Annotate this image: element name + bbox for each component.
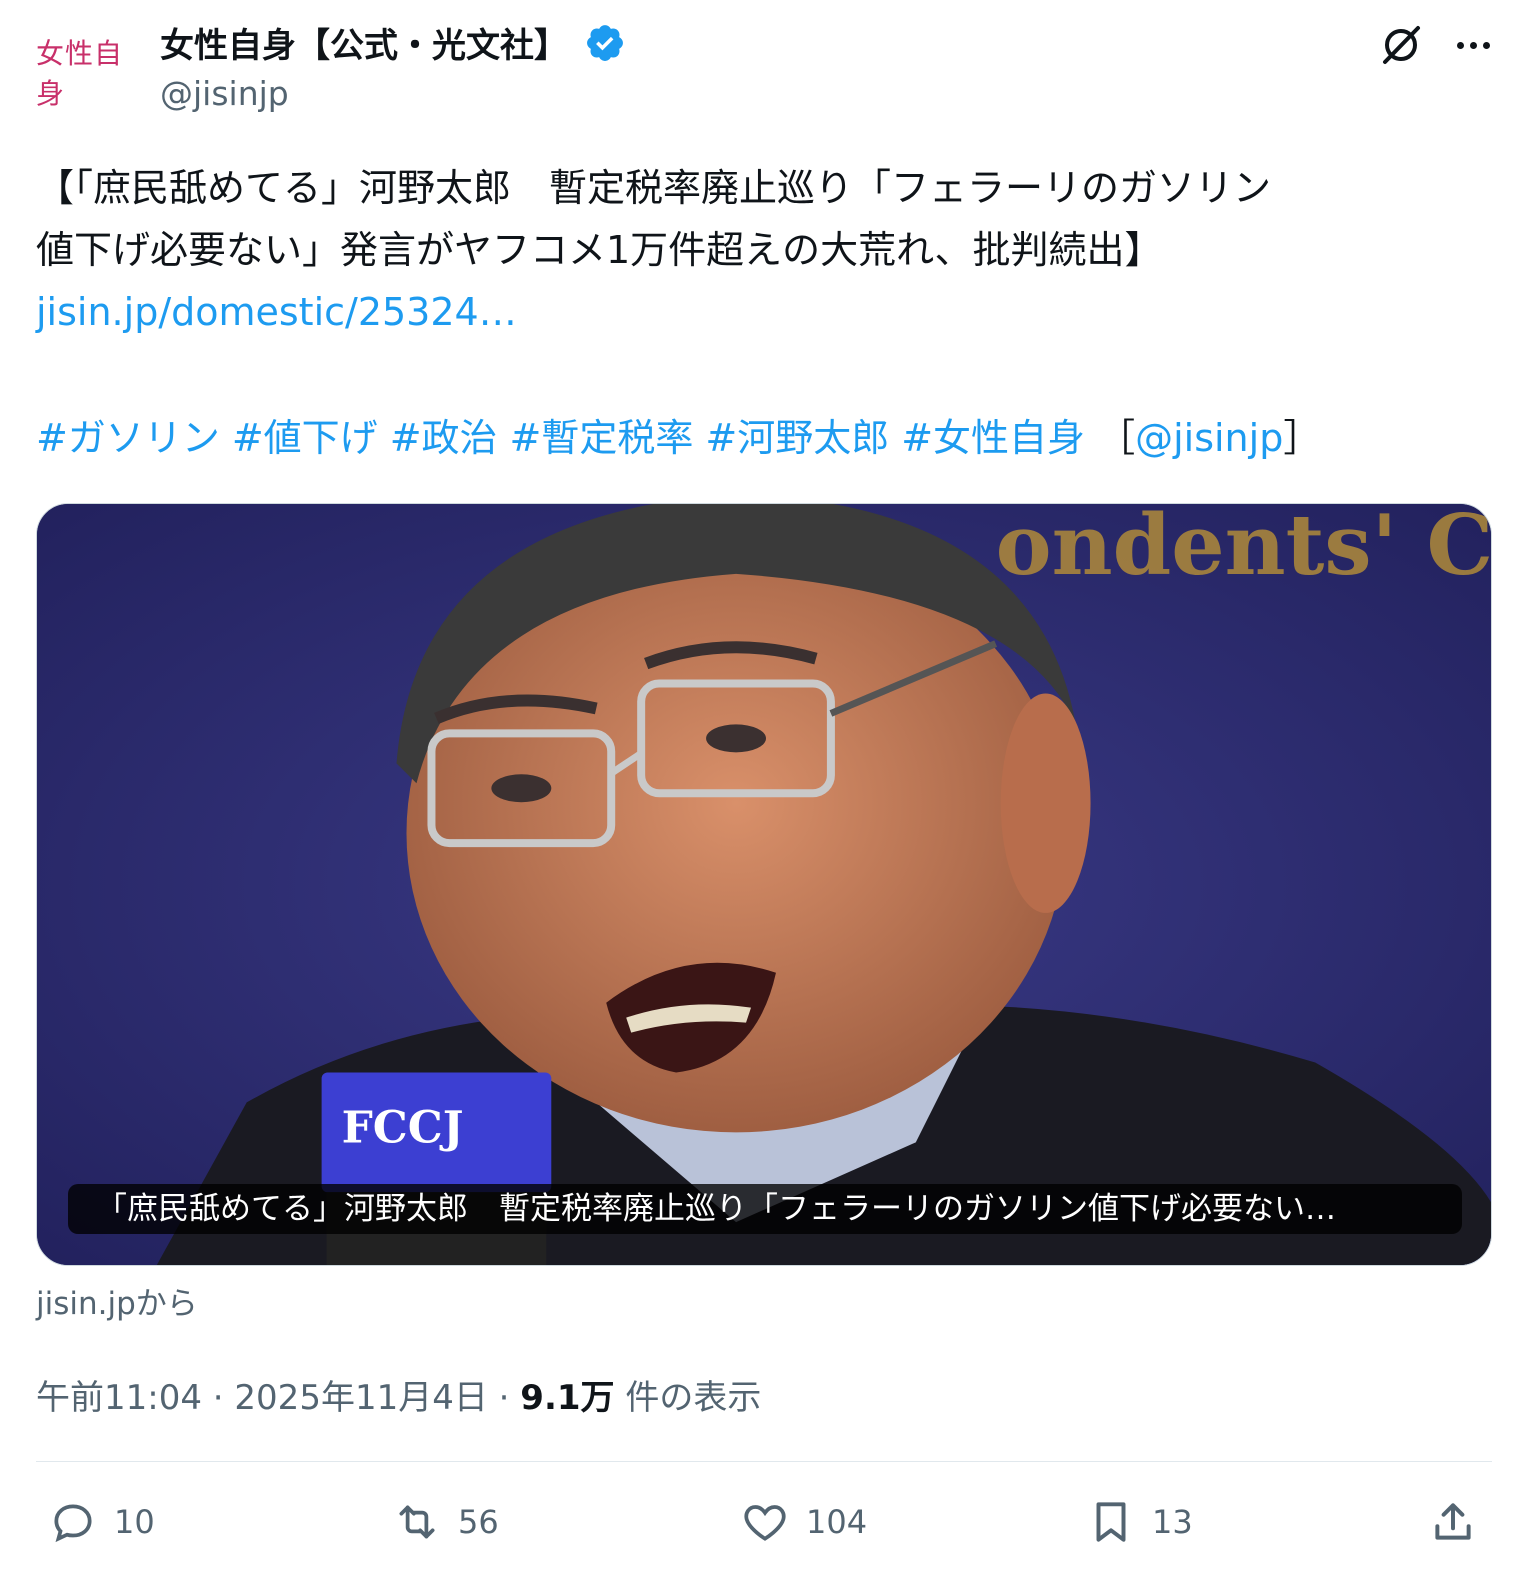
repost-icon (399, 1505, 435, 1539)
tweet-text-line-2: 値下げ必要ない」発言がヤフコメ1万件超えの大荒れ、批判続出】 (36, 228, 1163, 272)
post-time[interactable]: 午前11:04 (36, 1378, 202, 1418)
reply-count: 10 (114, 1503, 155, 1541)
bookmark-icon (1096, 1502, 1126, 1542)
repost-count: 56 (458, 1503, 499, 1541)
hashtag-provisional-tax[interactable]: #暫定税率 (510, 416, 694, 460)
bookmark-count: 13 (1152, 1503, 1193, 1541)
share-icon (1435, 1503, 1471, 1540)
post-meta: 午前11:04 · 2025年11月4日 · 9.1万 件の表示 (36, 1370, 761, 1419)
more-options-icon[interactable] (1448, 20, 1498, 70)
display-name-text: 女性自身【公式・光文社】 (160, 26, 568, 66)
hashtag-gasoline[interactable]: #ガソリン (36, 416, 220, 460)
link-card-image[interactable]: ondents' Clu FCCJ (36, 503, 1492, 1266)
hashtag-kono-taro[interactable]: #河野太郎 (705, 416, 889, 460)
user-handle[interactable]: @jisinjp (160, 74, 289, 113)
display-name[interactable]: 女性自身【公式・光文社】 (160, 18, 626, 67)
share-button[interactable] (1428, 1494, 1494, 1550)
mention-bracket-open: ［ (1097, 416, 1136, 460)
heart-icon (744, 1505, 786, 1541)
mention-bracket-close: ］ (1283, 416, 1322, 460)
press-photo: ondents' Clu FCCJ (37, 504, 1491, 1265)
tweet-text: 【「庶民舐めてる」河野太郎 暫定税率廃止巡り「フェラーリのガソリン 値下げ必要な… (36, 157, 1506, 343)
article-link[interactable]: jisin.jp/domestic/25324… (36, 281, 1506, 343)
tweet-text-line-1: 【「庶民舐めてる」河野太郎 暫定税率廃止巡り「フェラーリのガソリン (36, 166, 1272, 210)
hashtag-politics[interactable]: #政治 (390, 416, 498, 460)
meta-separator: · (487, 1378, 521, 1418)
like-button[interactable]: 104 (740, 1494, 867, 1550)
verified-badge-icon (587, 24, 623, 61)
avatar-logo-text: 女性自身 (36, 37, 124, 110)
grok-icon[interactable] (1376, 20, 1426, 70)
like-count: 104 (806, 1503, 868, 1541)
link-card-title: 「庶民舐めてる」河野太郎 暫定税率廃止巡り「フェラーリのガソリン値下げ必要ない… (68, 1184, 1462, 1234)
link-card-source[interactable]: jisin.jpから (36, 1278, 198, 1323)
bookmark-button[interactable]: 13 (1086, 1494, 1193, 1550)
backdrop-text: ondents' Clu (996, 504, 1491, 594)
hashtag-row: #ガソリン #値下げ #政治 #暫定税率 #河野太郎 #女性自身 ［@jisinjp］ (36, 407, 1321, 469)
mic-flag-label: FCCJ (342, 1102, 464, 1153)
mention-link[interactable]: @jisinjp (1135, 416, 1283, 460)
reply-button[interactable]: 10 (48, 1494, 155, 1550)
meta-separator: · (201, 1378, 235, 1418)
view-count: 9.1万 (520, 1378, 615, 1418)
post-date[interactable]: 2025年11月4日 (234, 1378, 487, 1418)
view-count-label: 件の表示 (614, 1378, 762, 1418)
hashtag-josei-jishin[interactable]: #女性自身 (901, 416, 1085, 460)
hashtag-price-cut[interactable]: #値下げ (232, 416, 378, 460)
repost-button[interactable]: 56 (392, 1494, 499, 1550)
reply-icon (54, 1504, 92, 1543)
avatar[interactable]: 女性自身 (36, 22, 142, 122)
divider (36, 1461, 1492, 1462)
